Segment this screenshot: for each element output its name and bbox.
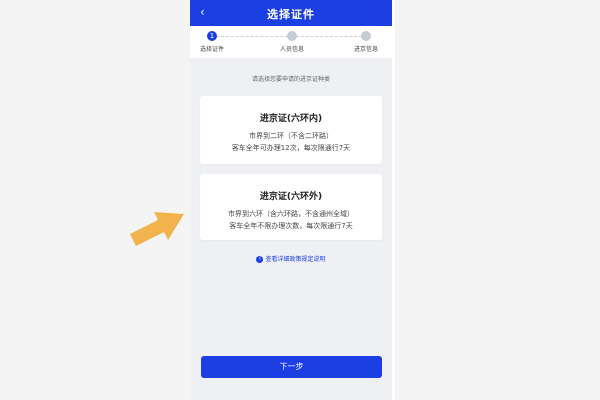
right-margin: [395, 0, 600, 400]
phone-screen: ‹ 选择证件 1 选择证件 人员信息 进京信息 请选择您要申请的进京证种类 进京…: [190, 0, 392, 400]
card-scope: 市界到六环（含六环路，不含通州全域）: [228, 210, 354, 218]
card-title: 进京证(六环内): [259, 114, 323, 124]
page-title: 选择证件: [267, 8, 315, 21]
step-connector: [296, 36, 362, 37]
left-margin: [0, 0, 190, 400]
selection-hint: 请选择您要申请的进京证种类: [251, 76, 330, 83]
step-2-dot: [287, 31, 297, 41]
card-scope: 市界到二环（不含二环路）: [249, 132, 333, 140]
card-quota: 客车全年不限办理次数，每次限通行7天: [229, 222, 353, 230]
card-title: 进京证(六环外): [259, 192, 323, 202]
permit-card-outer-ring[interactable]: 进京证(六环外) 市界到六环（含六环路，不含通州全域） 客车全年不限办理次数，每…: [200, 174, 382, 240]
step-1-dot: 1: [207, 31, 217, 41]
permit-card-inner-ring[interactable]: 进京证(六环内) 市界到二环（不含二环路） 客车全年可办理12次，每次限通行7天: [200, 96, 382, 164]
step-2-label: 人员信息: [279, 46, 305, 53]
step-3-label: 进京信息: [353, 46, 379, 53]
policy-link-text: 查看详细政策规定说明: [265, 256, 326, 263]
step-1-label: 选择证件: [199, 46, 225, 53]
info-icon: i: [256, 256, 264, 263]
pointer-arrow-icon: [128, 204, 186, 252]
card-quota: 客车全年可办理12次，每次限通行7天: [231, 144, 351, 152]
policy-link[interactable]: i 查看详细政策规定说明: [190, 254, 392, 263]
screenshot: ‹ 选择证件 1 选择证件 人员信息 进京信息 请选择您要申请的进京证种类 进京…: [0, 0, 600, 400]
step-connector: [216, 36, 288, 37]
next-button[interactable]: 下一步: [201, 356, 382, 378]
step-3-dot: [361, 31, 371, 41]
progress-steps: 1 选择证件 人员信息 进京信息: [190, 26, 392, 58]
top-bar: ‹ 选择证件: [190, 0, 392, 26]
